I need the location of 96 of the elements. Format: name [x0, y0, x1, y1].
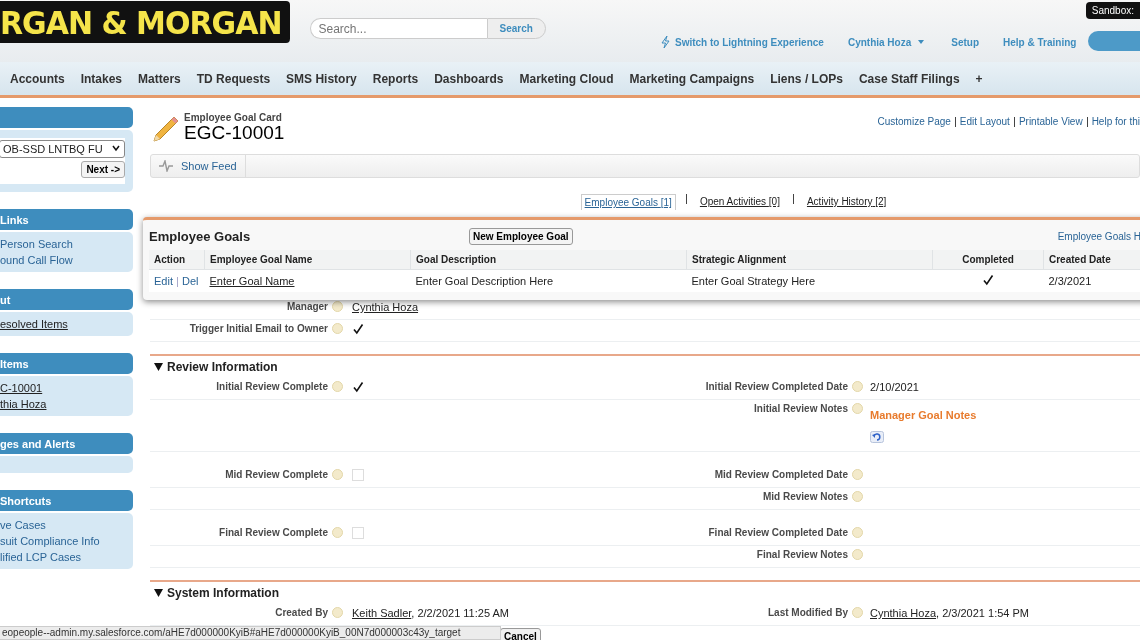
- field-label: Final Review Completed Date: [707, 527, 849, 538]
- record-type: Employee Goal Card: [184, 112, 283, 123]
- nav-tab[interactable]: Intakes: [72, 71, 131, 86]
- info-icon: [852, 491, 863, 502]
- field-label: Manager: [285, 301, 329, 312]
- sidebar-link[interactable]: thia Hoza: [0, 398, 133, 410]
- field-label: Trigger Initial Email to Owner: [188, 323, 329, 334]
- help-link[interactable]: Employee Goals H: [1057, 230, 1140, 242]
- info-icon: [332, 469, 343, 480]
- field-label: Initial Review Complete: [215, 381, 329, 392]
- sidebar-header: Links: [0, 209, 133, 230]
- sidebar-link[interactable]: esolved Items: [0, 318, 133, 330]
- field-label: Mid Review Complete: [224, 469, 329, 480]
- page-link[interactable]: Help for thi: [1091, 116, 1140, 127]
- info-icon: [332, 323, 343, 334]
- info-icon: [852, 403, 863, 414]
- sidebar-header: Shortcuts: [0, 490, 133, 511]
- nav-tab[interactable]: Case Staff Filings: [850, 71, 968, 86]
- section-header[interactable]: System Information: [150, 580, 1140, 604]
- field-value: 2/10/2021: [870, 381, 920, 393]
- sidebar-link[interactable]: lified LCP Cases: [0, 551, 133, 563]
- notes-text: Manager Goal Notes: [870, 409, 978, 421]
- related-list-tab[interactable]: Open Activities [0]: [696, 194, 783, 210]
- info-icon: [332, 301, 343, 312]
- pulse-icon: [159, 160, 173, 172]
- record-title: EGC-10001: [184, 123, 285, 142]
- sidebar-header: Items: [0, 353, 133, 374]
- info-icon: [332, 607, 343, 618]
- chevron-icon: [111, 143, 121, 153]
- sandbox-badge: Sandbox:: [1085, 2, 1140, 19]
- column-header: Goal Description: [410, 250, 687, 270]
- page-link[interactable]: Edit Layout: [959, 116, 1010, 127]
- section-header[interactable]: Review Information: [150, 354, 1140, 378]
- action-link[interactable]: Del: [181, 274, 199, 287]
- nav-tab[interactable]: SMS History: [278, 71, 365, 86]
- column-header: Action: [149, 250, 205, 270]
- new-goal-button[interactable]: New Employee Goal: [469, 227, 573, 245]
- cancel-button[interactable]: Cancel: [500, 628, 541, 640]
- related-list-tab[interactable]: Activity History [2]: [803, 194, 890, 210]
- column-header: Created Date: [1043, 250, 1140, 270]
- status-bar-url: eopeople--admin.my.salesforce.com/aHE7d000000KyiB#aHE7d000000KyiB_00N7d000003c43y_target: [0, 626, 501, 640]
- field-label: Mid Review Notes: [761, 491, 849, 502]
- nav-tab[interactable]: TD Requests: [188, 71, 279, 86]
- company-logo: RGAN & MORGAN: [0, 1, 290, 43]
- page-link[interactable]: Customize Page: [877, 116, 951, 127]
- field-label: Final Review Complete: [218, 527, 329, 538]
- page-link[interactable]: Printable View: [1018, 116, 1083, 127]
- sidebar-link[interactable]: C-10001: [0, 382, 133, 394]
- sidebar-link[interactable]: Person Search: [0, 238, 133, 250]
- nav-tab[interactable]: Marketing Cloud: [511, 71, 622, 86]
- view-select[interactable]: OB-SSD LNTBQ FU: [0, 140, 125, 158]
- undo-icon[interactable]: [870, 431, 884, 443]
- related-list-tab[interactable]: Employee Goals [1]: [580, 194, 676, 210]
- table-cell: Enter Goal Description Here: [410, 269, 687, 292]
- info-icon: [332, 381, 343, 392]
- search-field[interactable]: Search...: [309, 18, 487, 39]
- nav-tab[interactable]: Matters: [130, 71, 189, 86]
- sidebar-link[interactable]: ve Cases: [0, 519, 133, 531]
- next-button[interactable]: Next ->: [81, 161, 125, 178]
- sidebar-header: ut: [0, 289, 133, 310]
- sidebar-link[interactable]: ound Call Flow: [0, 254, 133, 266]
- header-pill[interactable]: [1088, 31, 1140, 51]
- field-label: Initial Review Completed Date: [704, 381, 849, 392]
- popup-title: Employee Goals: [149, 228, 252, 244]
- field-value: Keith Sadler, 2/2/2021 11:25 AM: [352, 607, 510, 619]
- info-icon: [332, 527, 343, 538]
- field-label: Last Modified By: [767, 607, 849, 618]
- nav-tab[interactable]: Reports: [364, 71, 427, 86]
- sidebar-header: ges and Alerts: [0, 433, 133, 454]
- table-cell: 2/3/2021: [1043, 269, 1140, 292]
- goal-name-link[interactable]: Enter Goal Name: [209, 275, 295, 287]
- lightning-icon: [660, 35, 671, 49]
- info-icon: [852, 549, 863, 560]
- nav-tab[interactable]: Liens / LOPs: [762, 71, 851, 86]
- sidebar-link[interactable]: suit Compliance Info: [0, 535, 133, 547]
- nav-tab[interactable]: Accounts: [10, 71, 73, 86]
- column-header: Employee Goal Name: [204, 250, 411, 270]
- action-link[interactable]: Edit: [154, 274, 173, 287]
- field-value: Cynthia Hoza, 2/3/2021 1:54 PM: [870, 607, 1030, 619]
- field-label: Created By: [274, 607, 329, 618]
- field-value[interactable]: Cynthia Hoza: [352, 301, 652, 313]
- pencil-icon: [150, 114, 180, 144]
- info-icon: [852, 469, 863, 480]
- info-icon: [852, 527, 863, 538]
- field-label: Initial Review Notes: [753, 403, 849, 414]
- info-icon: [852, 381, 863, 392]
- nav-tab[interactable]: Dashboards: [426, 71, 512, 86]
- column-header: Completed: [932, 250, 1044, 270]
- field-label: Final Review Notes: [755, 549, 849, 560]
- field-label: Mid Review Completed Date: [713, 469, 849, 480]
- show-feed-button[interactable]: Show Feed: [151, 155, 246, 177]
- nav-tab[interactable]: Marketing Campaigns: [621, 71, 763, 86]
- nav-tab[interactable]: +: [967, 71, 991, 86]
- info-icon: [852, 607, 863, 618]
- table-cell: Enter Goal Strategy Here: [686, 269, 933, 292]
- column-header: Strategic Alignment: [686, 250, 933, 270]
